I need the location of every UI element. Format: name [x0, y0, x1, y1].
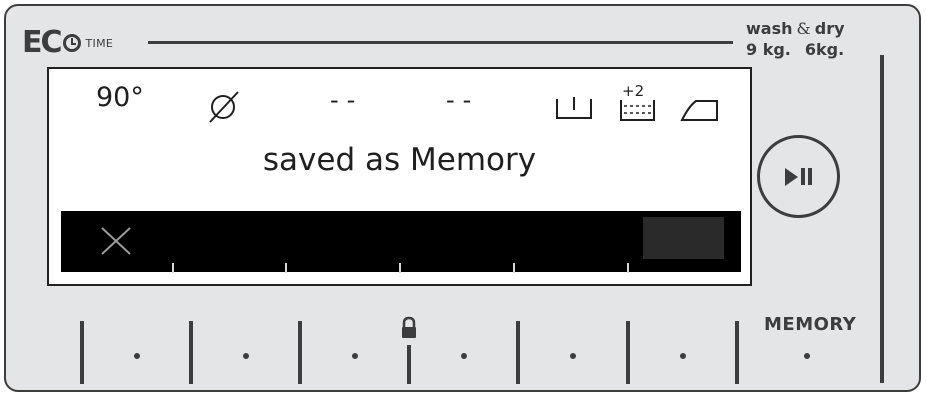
memory-button[interactable] — [804, 353, 810, 359]
time-delay-dashes[interactable]: -- — [330, 86, 363, 114]
status-message: saved as Memory — [262, 142, 537, 178]
ampersand-label: & — [796, 19, 811, 38]
pause-bar — [808, 168, 812, 185]
dry-label: dry — [814, 19, 845, 38]
progress-bar — [61, 211, 741, 272]
wash-capacity: 9 kg. — [746, 40, 791, 59]
pause-bar — [801, 168, 805, 185]
capacity-label: wash & dry 9 kg. 6kg. — [746, 18, 845, 60]
touch-button-2[interactable] — [243, 353, 249, 359]
temperature-value[interactable]: 90° — [96, 82, 144, 113]
no-spin-icon[interactable] — [206, 90, 244, 124]
dry-capacity: 6kg. — [804, 40, 845, 59]
iron-icon[interactable] — [679, 98, 723, 124]
progress-end-block — [643, 217, 724, 259]
touch-separator — [626, 321, 630, 384]
touch-separator — [735, 321, 739, 384]
logo-time-text: TIME — [85, 36, 114, 50]
touch-button-3[interactable] — [352, 353, 358, 359]
start-pause-button[interactable] — [757, 135, 840, 218]
memory-label: MEMORY — [764, 314, 857, 335]
touch-separator — [407, 345, 411, 384]
touch-button-6[interactable] — [680, 353, 686, 359]
wash-label: wash — [746, 19, 793, 38]
touch-separator — [80, 321, 84, 384]
right-divider — [880, 55, 884, 383]
progress-tick — [399, 263, 401, 273]
rinse-hold-icon[interactable] — [554, 93, 594, 123]
lock-icon[interactable] — [400, 316, 418, 340]
clock-icon — [62, 34, 81, 52]
touch-separator — [298, 321, 302, 384]
progress-tick — [285, 263, 287, 273]
extra-rinse-icon[interactable] — [618, 98, 658, 124]
top-divider-line — [148, 41, 733, 44]
progress-tick — [627, 263, 629, 273]
touch-button-1[interactable] — [134, 353, 140, 359]
logo-eco-text: EC — [22, 25, 62, 60]
progress-tick — [172, 263, 174, 273]
touch-separator — [189, 321, 193, 384]
spin-speed-dashes[interactable]: -- — [446, 86, 479, 114]
close-icon[interactable] — [99, 225, 133, 257]
play-icon — [785, 167, 798, 186]
eco-time-logo: EC TIME — [22, 24, 113, 62]
progress-tick — [513, 263, 515, 273]
touch-button-5[interactable] — [570, 353, 576, 359]
touch-separator — [516, 321, 520, 384]
touch-button-4[interactable] — [461, 353, 467, 359]
